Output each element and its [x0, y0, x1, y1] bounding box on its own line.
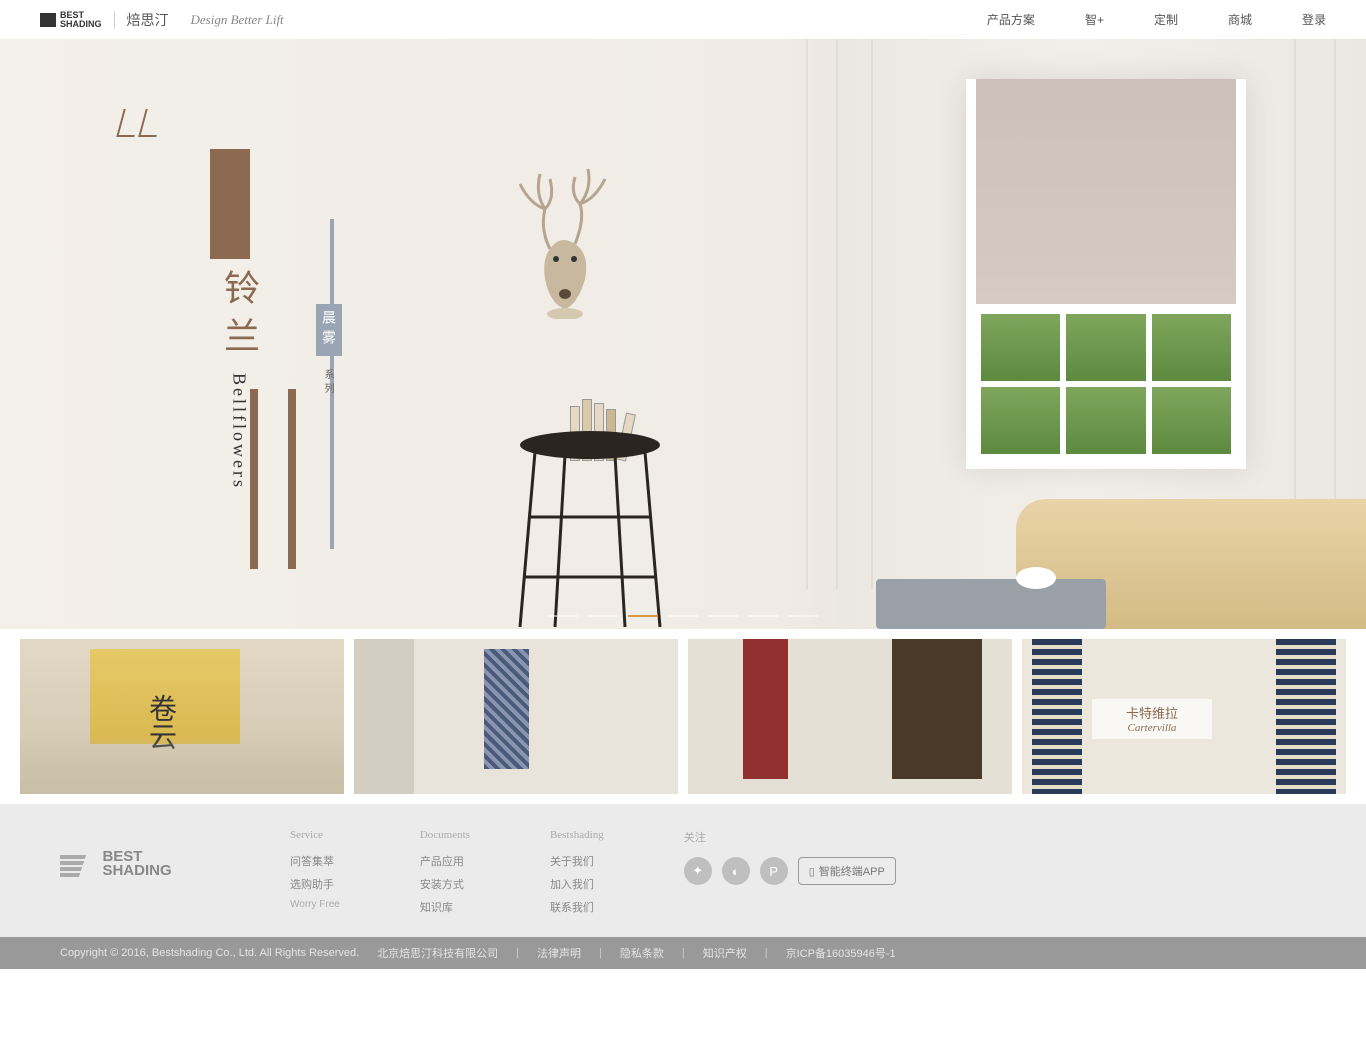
logo-text: BEST SHADING [60, 11, 102, 27]
link-privacy[interactable]: 隐私条款 [620, 945, 664, 961]
hero-subtitle: 晨雾 [316, 304, 342, 356]
hero-banner: 铃兰 Bellflowers 晨雾 系列 [0, 39, 1366, 629]
dot-5[interactable] [708, 615, 738, 617]
footer-logo-icon [60, 849, 94, 879]
hero-bars [250, 389, 296, 569]
dot-3[interactable] [628, 615, 658, 617]
wechat-icon[interactable]: ✦ [684, 857, 712, 885]
logo-icon [40, 13, 56, 27]
deer-decoration [500, 159, 640, 319]
app-btn-label: 智能终端APP [819, 863, 885, 879]
stool-decoration [505, 427, 675, 629]
thumbnail-row: 卷云 卡特维拉 Cartervilla [0, 629, 1366, 804]
roman-blind [976, 79, 1236, 304]
footer-logo-text: BEST SHADING [102, 850, 171, 879]
copyright: Copyright © 2016, Bestshading Co., Ltd. … [60, 947, 359, 959]
header-left: BEST SHADING 焙思汀 Design Better Lift [40, 10, 284, 30]
hero-title-en: Bellflowers [229, 373, 250, 490]
thumb-1[interactable]: 卷云 [20, 639, 344, 794]
thumb-4[interactable]: 卡特维拉 Cartervilla [1022, 639, 1346, 794]
footer-follow-title: 关注 [684, 829, 896, 845]
hero-subtitle-suffix: 系列 [320, 369, 335, 397]
footer-link-guide[interactable]: 选购助手 [290, 876, 340, 892]
link-legal[interactable]: 法律声明 [537, 945, 581, 961]
footer-link-install[interactable]: 安装方式 [420, 876, 470, 892]
footer-logo: BEST SHADING [60, 829, 210, 879]
link-ip[interactable]: 知识产权 [703, 945, 747, 961]
dot-1[interactable] [548, 615, 578, 617]
footer-link-app[interactable]: 产品应用 [420, 853, 470, 869]
tray [876, 579, 1106, 629]
window [966, 79, 1246, 469]
footer: BEST SHADING Service 问答集萃 选购助手 Worry Fre… [0, 804, 1366, 937]
dot-7[interactable] [788, 615, 818, 617]
nav-products[interactable]: 产品方案 [987, 11, 1035, 28]
thumb-2[interactable] [354, 639, 678, 794]
footer-col-documents: Documents 产品应用 安装方式 知识库 [420, 829, 470, 922]
hero-title-cn: 铃兰 [213, 269, 265, 365]
nav-custom[interactable]: 定制 [1154, 11, 1178, 28]
cup [1016, 567, 1056, 589]
pinterest-icon[interactable]: P [760, 857, 788, 885]
window-panes [976, 309, 1236, 459]
footer-link-contact[interactable]: 联系我们 [550, 899, 604, 915]
footer-col-bestshading: Bestshading 关于我们 加入我们 联系我们 [550, 829, 604, 922]
nav-mall[interactable]: 商城 [1228, 11, 1252, 28]
thumb-4-label: 卡特维拉 Cartervilla [1092, 699, 1212, 739]
nav-login[interactable]: 登录 [1302, 11, 1326, 28]
footer-col-title: Bestshading [550, 829, 604, 841]
dot-4[interactable] [668, 615, 698, 617]
phone-icon: ▯ [809, 865, 815, 878]
brand-cn: 焙思汀 [127, 10, 169, 30]
icp: 京ICP备16035946号-1 [786, 945, 896, 961]
hero-accent-block [210, 149, 250, 259]
footer-link-about[interactable]: 关于我们 [550, 853, 604, 869]
curtain-scene [786, 39, 1366, 629]
carousel-dots [548, 615, 818, 617]
divider [114, 11, 115, 29]
header: BEST SHADING 焙思汀 Design Better Lift 产品方案… [0, 0, 1366, 39]
footer-col-title: Documents [420, 829, 470, 841]
footer-link-kb[interactable]: 知识库 [420, 899, 470, 915]
thumb-4-en: Cartervilla [1092, 722, 1212, 734]
main-nav: 产品方案 智+ 定制 商城 登录 [987, 11, 1326, 28]
footer-col-sub: Worry Free [290, 899, 340, 910]
footer-col-follow: 关注 ✦ ◐ P ▯ 智能终端APP [684, 829, 896, 885]
footer-col-service: Service 问答集萃 选购助手 Worry Free [290, 829, 340, 910]
thumb-3[interactable] [688, 639, 1012, 794]
logo[interactable]: BEST SHADING [40, 11, 102, 27]
weibo-icon[interactable]: ◐ [722, 857, 750, 885]
company: 北京焙思汀科技有限公司 [377, 945, 498, 961]
footer-link-qa[interactable]: 问答集萃 [290, 853, 340, 869]
footer-link-join[interactable]: 加入我们 [550, 876, 604, 892]
thumb-4-cn: 卡特维拉 [1092, 703, 1212, 722]
footer-bottom: Copyright © 2016, Bestshading Co., Ltd. … [0, 937, 1366, 969]
dot-2[interactable] [588, 615, 618, 617]
footer-col-title: Service [290, 829, 340, 841]
hero-quote [120, 109, 160, 127]
nav-smart[interactable]: 智+ [1085, 11, 1104, 28]
tagline: Design Better Lift [191, 12, 284, 28]
dot-6[interactable] [748, 615, 778, 617]
app-download-button[interactable]: ▯ 智能终端APP [798, 857, 896, 885]
